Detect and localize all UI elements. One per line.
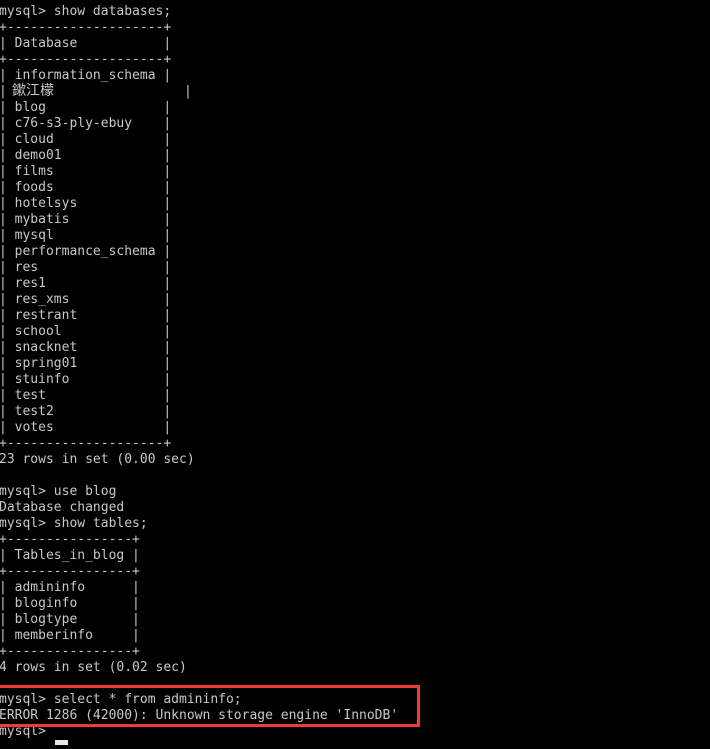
terminal-window[interactable]: mysql> show databases; +----------------… [0, 0, 710, 749]
terminal-line-prompt: mysql> [0, 724, 54, 739]
terminal-line: mysql> show tables; [0, 516, 148, 531]
terminal-line-command: mysql> select * from admininfo; [0, 692, 242, 707]
terminal-line: | admininfo | [0, 580, 140, 595]
terminal-line: mysql> show databases; [0, 4, 172, 19]
terminal-line: | test2 | [0, 404, 172, 419]
terminal-line: +--------------------+ [0, 20, 172, 35]
terminal-line: Database changed [0, 500, 125, 515]
terminal-line: | res_xms | [0, 292, 172, 307]
terminal-line-error: ERROR 1286 (42000): Unknown storage engi… [0, 708, 399, 723]
terminal-line: | school | [0, 324, 172, 339]
terminal-line: | bloginfo | [0, 596, 140, 611]
table-left-border: | [0, 84, 7, 99]
terminal-line: | res1 | [0, 276, 172, 291]
terminal-line: 23 rows in set (0.00 sec) [0, 452, 195, 467]
terminal-line: | films | [0, 164, 172, 179]
terminal-line: +--------------------+ [0, 52, 172, 67]
terminal-line: | snacknet | [0, 340, 172, 355]
terminal-line: | mysql | [0, 228, 172, 243]
terminal-line: | restrant | [0, 308, 172, 323]
terminal-line: | spring01 | [0, 356, 172, 371]
terminal-line: | performance_schema | [0, 244, 172, 259]
terminal-line: | mybatis | [0, 212, 172, 227]
terminal-line: | blogtype | [0, 612, 140, 627]
terminal-line: | Database | [0, 36, 172, 51]
terminal-line: 4 rows in set (0.02 sec) [0, 660, 187, 675]
terminal-line: +--------------------+ [0, 436, 172, 451]
terminal-line: +----------------+ [0, 532, 140, 547]
text-cursor [55, 740, 68, 745]
table-right-border: | [184, 84, 192, 99]
terminal-line: | demo01 | [0, 148, 172, 163]
terminal-line: | memberinfo | [0, 628, 140, 643]
terminal-line: +----------------+ [0, 564, 140, 579]
terminal-line: | res | [0, 260, 172, 275]
garbled-database-name: 鏉江檬 [12, 83, 54, 99]
terminal-line-garbled-database: | 鏉江檬 | [0, 83, 710, 100]
terminal-line: | votes | [0, 420, 172, 435]
terminal-line: | hotelsys | [0, 196, 172, 211]
terminal-line: | blog | [0, 100, 172, 115]
terminal-output-area: mysql> show databases; +----------------… [0, 4, 710, 740]
terminal-line: | stuinfo | [0, 372, 172, 387]
terminal-line: | Tables_in_blog | [0, 548, 140, 563]
terminal-line: | c76-s3-ply-ebuy | [0, 116, 172, 131]
terminal-line: | cloud | [0, 132, 172, 147]
terminal-line: mysql> use blog [0, 484, 117, 499]
terminal-line: | test | [0, 388, 172, 403]
terminal-line: | foods | [0, 180, 172, 195]
terminal-line: | information_schema | [0, 68, 172, 83]
terminal-line: +----------------+ [0, 644, 140, 659]
